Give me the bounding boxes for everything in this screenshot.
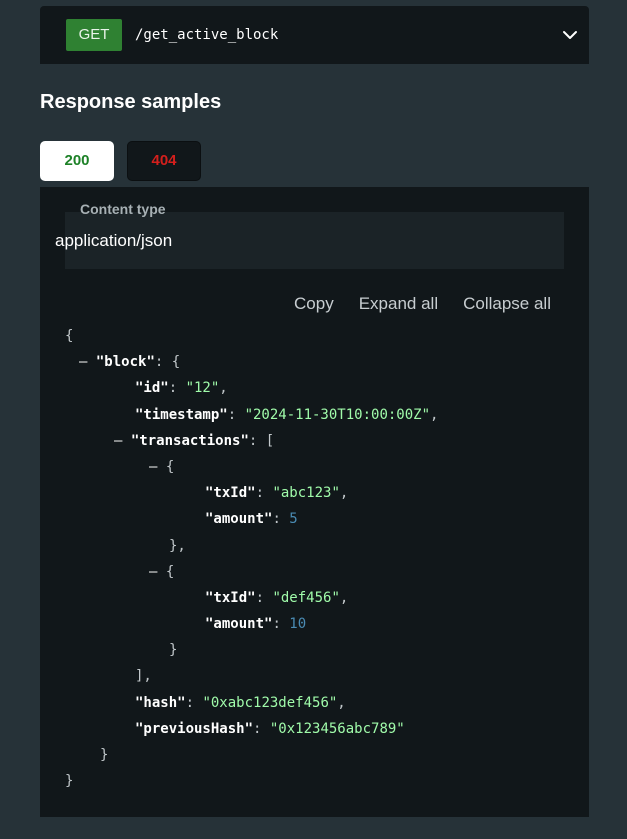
tab-response-404[interactable]: 404 <box>127 141 201 181</box>
json-line: – { <box>149 563 175 580</box>
content-type-value: application/json <box>55 231 173 250</box>
json-value-amount: 5 <box>289 511 298 528</box>
json-key-id: "id" <box>135 380 169 397</box>
json-line: "txId": "def456", <box>205 589 349 606</box>
json-value-timestamp: "2024-11-30T10:00:00Z" <box>244 406 431 423</box>
json-value-id: "12" <box>185 380 220 397</box>
json-key-txid: "txId" <box>205 485 256 502</box>
json-line: "amount": 5 <box>205 511 298 528</box>
json-value-previous-hash: "0x123456abc789" <box>269 720 405 737</box>
content-type-label: Content type <box>80 201 166 217</box>
collapse-block-toggle[interactable]: – <box>79 354 87 370</box>
json-line: }, <box>169 537 186 554</box>
json-line: } <box>169 642 178 659</box>
json-key-txid: "txId" <box>205 589 256 606</box>
json-line: "timestamp": "2024-11-30T10:00:00Z", <box>135 406 439 423</box>
collapse-transactions-toggle[interactable]: – <box>114 433 122 449</box>
json-key-amount: "amount" <box>205 511 273 528</box>
json-line: } <box>65 768 438 794</box>
json-line: – "block": { <box>79 354 181 371</box>
tab-response-200[interactable]: 200 <box>40 141 114 181</box>
json-open-bracket: [ <box>265 432 275 449</box>
json-line: – "transactions": [ <box>114 432 275 449</box>
endpoint-bar[interactable]: GET /get_active_block <box>40 6 589 64</box>
json-key-block: "block" <box>95 354 155 371</box>
expand-all-button[interactable]: Expand all <box>359 293 438 315</box>
json-key-hash: "hash" <box>135 694 186 711</box>
json-line: – { <box>149 458 175 475</box>
json-value-amount: 10 <box>289 616 307 633</box>
json-line: "txId": "abc123", <box>205 485 349 502</box>
json-line: } <box>100 747 109 763</box>
chevron-down-icon[interactable] <box>561 26 579 44</box>
json-close-brace: } <box>65 773 74 790</box>
json-value-txid: "def456" <box>272 589 340 606</box>
json-line: ], <box>65 663 438 689</box>
json-key-amount: "amount" <box>205 616 273 633</box>
json-value-hash: "0xabc123def456" <box>202 694 338 711</box>
json-key-timestamp: "timestamp" <box>135 406 228 423</box>
response-sample-panel: Content type application/json Copy Expan… <box>40 187 589 817</box>
endpoint-path: /get_active_block <box>135 27 279 43</box>
response-samples-title: Response samples <box>40 91 222 113</box>
http-method-badge: GET <box>66 19 122 51</box>
json-key-previous-hash: "previousHash" <box>135 720 254 737</box>
json-line: "hash": "0xabc123def456", <box>135 694 346 711</box>
json-open-brace: { <box>65 328 74 344</box>
json-value-txid: "abc123" <box>272 485 340 502</box>
json-close-bracket: ], <box>135 668 152 685</box>
code-actions: Copy Expand all Collapse all <box>294 293 551 315</box>
copy-button[interactable]: Copy <box>294 293 334 315</box>
json-line: "previousHash": "0x123456abc789" <box>135 720 405 737</box>
json-line: { <box>65 323 438 349</box>
json-key-transactions: "transactions" <box>130 432 249 449</box>
collapse-all-button[interactable]: Collapse all <box>463 293 551 315</box>
json-line: "amount": 10 <box>205 616 307 633</box>
json-line: "id": "12", <box>135 380 228 397</box>
json-response-body: { – "block": { "id": "12", "timestamp": … <box>65 323 438 794</box>
